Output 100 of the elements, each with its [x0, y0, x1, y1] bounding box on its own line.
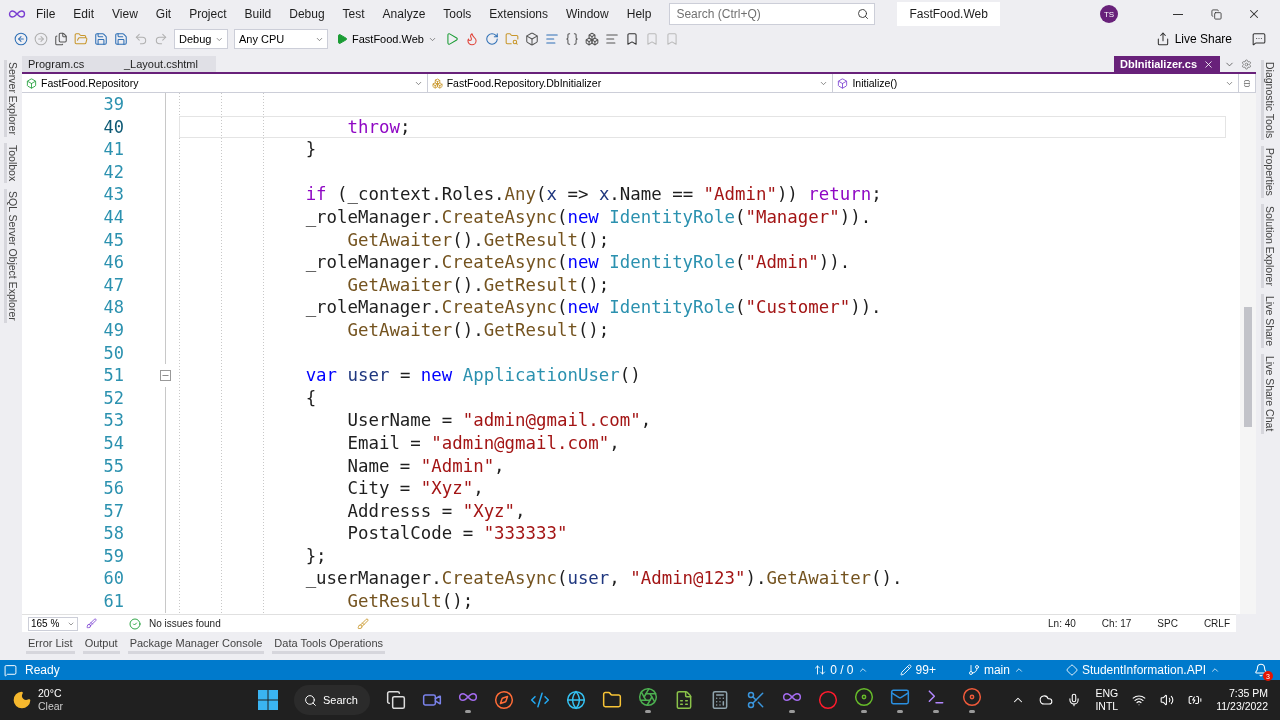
braces-icon[interactable]	[564, 32, 579, 46]
menu-item[interactable]: File	[28, 4, 64, 24]
zoom-dropdown[interactable]: 165 %	[28, 616, 78, 631]
calculator-icon[interactable]	[710, 690, 730, 710]
spreadsheet-icon[interactable]	[674, 690, 694, 710]
clock-time[interactable]: 7:35 PM	[1228, 687, 1268, 700]
side-tool-tab[interactable]: Server Explorer	[3, 60, 19, 137]
document-tab[interactable]: Program.cs	[22, 56, 118, 72]
save-icon[interactable]	[94, 32, 108, 46]
menu-item[interactable]: Git	[147, 4, 180, 24]
taskbar-search-button[interactable]: Search	[294, 685, 370, 715]
tool-window-tab[interactable]: Error List	[26, 634, 75, 654]
tool-window-tab[interactable]: Data Tools Operations	[272, 634, 385, 654]
wifi-icon[interactable]	[1132, 693, 1147, 707]
microphone-icon[interactable]	[1067, 693, 1082, 707]
code-line: _userManager.CreateAsync(user, "Admin@123").GetAwaiter().	[304, 567, 904, 591]
code-line: _roleManager.CreateAsync(new IdentityRole("Customer")).	[304, 296, 883, 319]
menu-item[interactable]: Window	[558, 4, 617, 24]
restore-icon	[1210, 8, 1222, 20]
disc-icon[interactable]	[962, 687, 982, 707]
moon-icon[interactable]	[12, 690, 32, 710]
line-number: 41	[102, 138, 125, 161]
document-tab[interactable]: DbInitializer.cs	[1113, 56, 1220, 72]
feedback-icon[interactable]	[1252, 32, 1266, 46]
menu-item[interactable]: Extensions	[481, 4, 557, 24]
menu-item[interactable]: Build	[236, 4, 280, 24]
vertical-scrollbar[interactable]	[1240, 93, 1256, 614]
save-all-icon[interactable]	[114, 32, 128, 46]
refresh-icon[interactable]	[484, 32, 499, 46]
folder-icon[interactable]	[602, 690, 622, 710]
terminal-icon[interactable]	[926, 687, 946, 707]
new-item-icon[interactable]	[54, 32, 68, 46]
side-tool-tab[interactable]: SQL Server Object Explorer	[3, 189, 19, 323]
bookmark-icon[interactable]	[624, 32, 639, 46]
line-number: 56	[102, 477, 125, 500]
configuration-dropdown[interactable]: Debug	[174, 29, 228, 49]
document-tab[interactable]: _Layout.cshtml	[118, 56, 216, 72]
branch-button[interactable]: main	[961, 662, 1030, 678]
menu-item[interactable]: Analyze	[374, 4, 434, 24]
side-tool-tab[interactable]: Properties	[1260, 146, 1276, 199]
repository-button[interactable]: StudentInformation.API	[1059, 662, 1226, 678]
input-language[interactable]: ENG	[1095, 687, 1119, 700]
compass-icon[interactable]	[494, 690, 514, 710]
settings-icon[interactable]	[1241, 58, 1252, 70]
code-line: Email = "admin@gmail.com",	[346, 431, 621, 455]
menu-item[interactable]: View	[104, 4, 146, 24]
tool-window-tab[interactable]: Package Manager Console	[127, 634, 265, 654]
task-view-icon[interactable]	[386, 690, 406, 710]
caret-icon	[1013, 665, 1024, 675]
envelope-icon[interactable]	[890, 687, 910, 707]
disc-icon[interactable]	[854, 687, 874, 707]
whitespace-indicator[interactable]: SPC	[1157, 618, 1178, 629]
start-without-debugging-icon[interactable]	[444, 32, 459, 46]
side-tool-tab[interactable]: Live Share Chat	[1260, 354, 1276, 434]
back-icon[interactable]	[14, 32, 28, 46]
scroll-thumb[interactable]	[1244, 307, 1252, 427]
line-number: 43	[102, 183, 125, 206]
menu-item[interactable]: Edit	[65, 4, 103, 24]
code-line: var user = new ApplicationUser()	[304, 364, 642, 387]
line-ending-indicator[interactable]: CRLF	[1203, 618, 1230, 629]
line-number: 50	[102, 341, 125, 365]
tool-window-tab[interactable]: Output	[82, 634, 120, 654]
run-button[interactable]: FastFood.Web	[334, 33, 439, 45]
collapse-toggle[interactable]	[160, 369, 171, 381]
keyboard-layout[interactable]: INTL	[1095, 700, 1119, 713]
side-tool-tab[interactable]: Solution Explorer	[1260, 204, 1276, 289]
line-number: 55	[102, 454, 125, 478]
menu-item[interactable]: Help	[618, 4, 660, 24]
changes-button[interactable]: 99+	[893, 662, 942, 678]
issues-status[interactable]: No issues found	[149, 618, 221, 629]
class-icon	[431, 77, 443, 89]
side-tool-tab[interactable]: Toolbox	[3, 142, 19, 184]
cloud-icon[interactable]	[1039, 693, 1054, 707]
notification-icon[interactable]	[1254, 663, 1268, 677]
code-icon[interactable]	[530, 690, 550, 710]
menu-item[interactable]: Tools	[435, 4, 480, 24]
ring-icon[interactable]	[818, 690, 838, 710]
clock-date[interactable]: 11/23/2022	[1216, 700, 1268, 713]
brush-icon[interactable]	[86, 618, 97, 629]
sync-button[interactable]: 0 / 0	[808, 662, 874, 678]
line-number: 58	[102, 522, 125, 545]
battery-icon[interactable]	[1188, 693, 1203, 707]
windows-icon[interactable]	[258, 690, 278, 710]
globe-icon[interactable]	[566, 690, 586, 710]
user-avatar[interactable]: TS	[1100, 5, 1118, 23]
boxes-icon[interactable]	[584, 32, 599, 46]
scissors-icon[interactable]	[746, 690, 766, 710]
package-icon[interactable]	[524, 32, 539, 46]
side-tool-tab[interactable]: Diagnostic Tools	[1260, 60, 1276, 141]
platform-dropdown[interactable]: Any CPU	[234, 29, 328, 49]
aperture-icon[interactable]	[638, 687, 658, 707]
search-field[interactable]: Search (Ctrl+Q)	[669, 3, 876, 25]
hot-reload-icon[interactable]	[464, 32, 479, 46]
menu-item[interactable]: Project	[181, 4, 235, 24]
menu-item[interactable]: Test	[334, 4, 373, 24]
live-share-button[interactable]: Live Share	[1149, 31, 1238, 47]
menu-item[interactable]: Debug	[281, 4, 333, 24]
side-tool-tab[interactable]: Live Share	[1260, 294, 1276, 349]
solution-name: FastFood.Web	[897, 2, 1000, 26]
volume-icon[interactable]	[1160, 693, 1175, 707]
